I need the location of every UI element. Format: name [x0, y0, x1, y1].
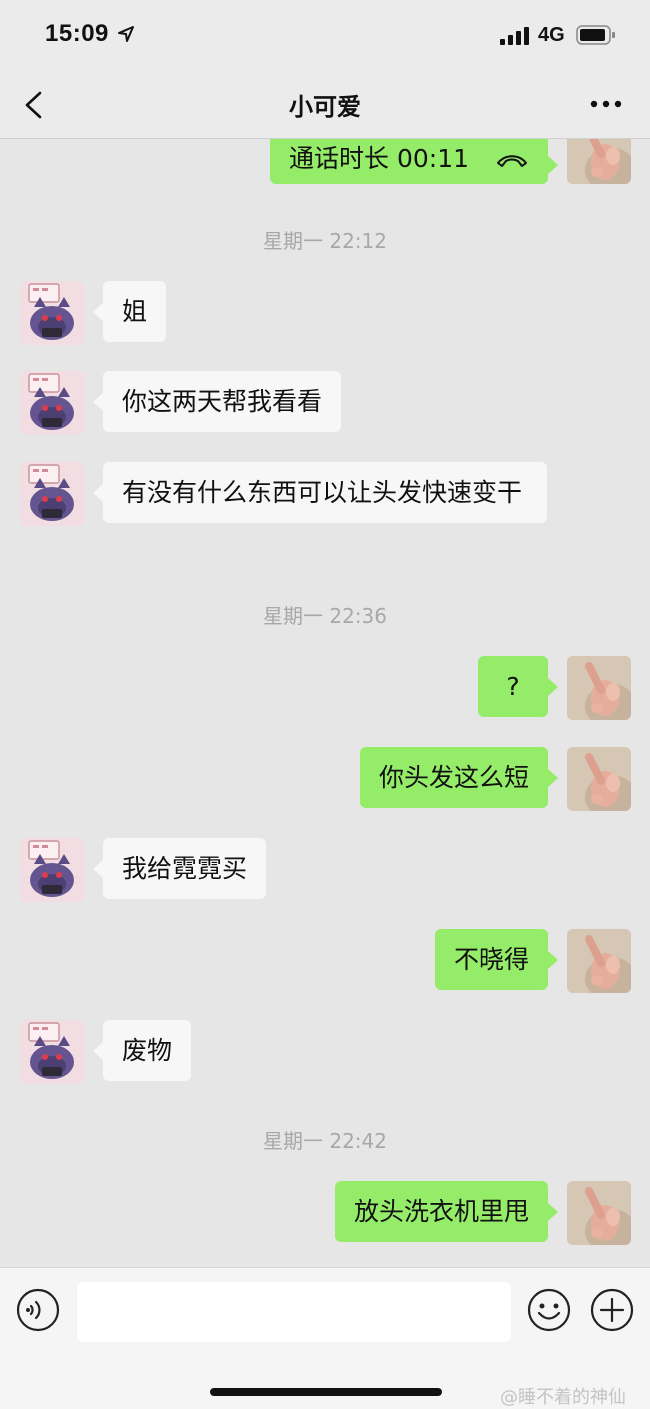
voice-icon[interactable]: [16, 1288, 60, 1332]
chat-area[interactable]: 通话时长 00:11 星期一 22:12 姐 你这两天帮我看看 有没有什么东西可…: [0, 139, 650, 1267]
emoji-icon[interactable]: [527, 1288, 571, 1332]
location-arrow-icon: [118, 26, 134, 42]
message-bubble-outgoing[interactable]: 放头洗衣机里甩: [334, 1181, 559, 1242]
avatar-friend[interactable]: [20, 371, 84, 435]
message-bubble-incoming[interactable]: 废物: [92, 1020, 192, 1081]
chat-title: 小可爱: [289, 93, 361, 121]
battery-icon: [576, 25, 615, 45]
network-type: 4G: [538, 24, 565, 46]
status-bar: 15:09 4G: [0, 0, 650, 70]
avatar-friend[interactable]: [20, 462, 84, 526]
message-bubble-outgoing[interactable]: 你头发这么短: [359, 747, 559, 808]
avatar-me[interactable]: [567, 747, 631, 811]
signal-icon: [500, 27, 529, 45]
avatar-friend[interactable]: [20, 838, 84, 902]
plus-icon[interactable]: [590, 1288, 634, 1332]
more-icon[interactable]: [590, 100, 622, 108]
message-bubble-incoming[interactable]: 你这两天帮我看看: [92, 371, 342, 432]
message-text: 放头洗衣机里甩: [353, 1197, 529, 1226]
message-text: 有没有什么东西可以让头发快速变干: [122, 478, 523, 507]
message-bubble-outgoing[interactable]: ?: [478, 656, 558, 717]
message-input[interactable]: [77, 1282, 511, 1342]
message-bubble-call[interactable]: 通话时长 00:11: [270, 139, 558, 184]
avatar-me[interactable]: [567, 1181, 631, 1245]
avatar-me[interactable]: [567, 656, 631, 720]
avatar-me[interactable]: [567, 929, 631, 993]
timestamp: 星期一 22:36: [263, 604, 387, 628]
call-duration-text: 通话时长 00:11: [289, 144, 470, 173]
avatar-friend[interactable]: [20, 1020, 84, 1084]
timestamp: 星期一 22:42: [263, 1129, 387, 1153]
message-text: 你头发这么短: [378, 763, 529, 792]
timestamp: 星期一 22:12: [263, 229, 387, 253]
message-text: 你这两天帮我看看: [122, 387, 323, 416]
nav-bar: 小可爱: [0, 70, 650, 139]
message-text: ?: [506, 672, 520, 701]
message-bubble-outgoing[interactable]: 不晓得: [434, 929, 559, 990]
message-text: 不晓得: [453, 945, 529, 974]
status-time: 15:09: [45, 20, 109, 47]
input-bar: @睡不着的神仙: [0, 1267, 650, 1409]
message-text: 废物: [122, 1036, 173, 1065]
message-bubble-incoming[interactable]: 我给霓霓买: [92, 838, 267, 899]
avatar-friend[interactable]: [20, 281, 84, 345]
phone-hangup-icon: [497, 155, 527, 167]
message-bubble-incoming[interactable]: 姐: [92, 281, 167, 342]
home-indicator: [210, 1388, 442, 1396]
watermark: @睡不着的神仙: [500, 1387, 626, 1408]
message-text: 姐: [122, 297, 148, 326]
avatar-me[interactable]: [567, 139, 631, 184]
message-bubble-incoming[interactable]: 有没有什么东西可以让头发快速变干: [93, 462, 547, 523]
message-text: 我给霓霓买: [122, 854, 248, 883]
